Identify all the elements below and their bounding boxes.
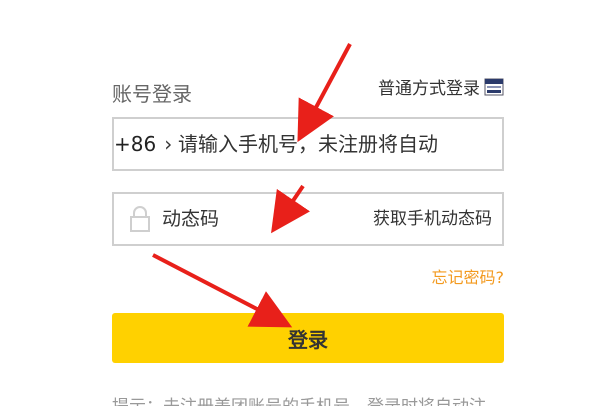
qr-code-icon	[484, 78, 504, 96]
login-panel: 账号登录 普通方式登录 +86 › 请输入手机号，未注册将自动 动态码 获取手机…	[112, 0, 504, 406]
forgot-password-link[interactable]: 忘记密码?	[432, 264, 505, 288]
registration-tip: 提示：未注册美团账号的手机号，登录时将自动注	[112, 392, 512, 406]
switch-login-mode-link[interactable]: 普通方式登录	[378, 74, 504, 99]
login-page: 账号登录 普通方式登录 +86 › 请输入手机号，未注册将自动 动态码 获取手机…	[0, 0, 600, 406]
login-button[interactable]: 登录	[112, 313, 504, 363]
code-field: 获取手机动态码	[112, 192, 504, 246]
country-code-selector[interactable]: +86 ›	[114, 119, 172, 169]
verification-code-input[interactable]	[162, 194, 342, 244]
switch-login-mode-label: 普通方式登录	[378, 79, 480, 99]
page-title: 账号登录	[112, 82, 192, 106]
phone-field: +86 ›	[112, 117, 504, 171]
country-code: +86	[114, 132, 157, 156]
phone-input[interactable]	[178, 119, 498, 169]
lock-icon	[128, 204, 152, 234]
chevron-right-icon: ›	[164, 132, 173, 156]
get-code-button[interactable]: 获取手机动态码	[373, 194, 492, 244]
